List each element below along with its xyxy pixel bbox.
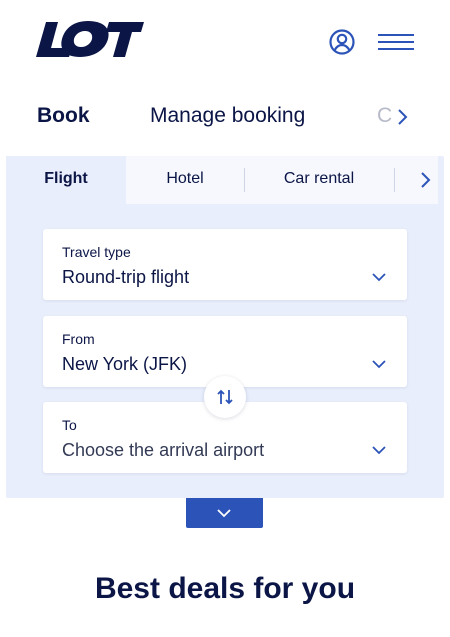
- travel-type-select[interactable]: Travel type Round-trip flight: [43, 229, 407, 300]
- expand-search-button[interactable]: [186, 498, 263, 528]
- from-value: New York (JFK): [62, 354, 188, 374]
- chevron-down-icon: [372, 446, 386, 455]
- booking-type-tabs: Flight Hotel Car rental: [6, 156, 438, 204]
- swap-airports-button[interactable]: [204, 376, 246, 418]
- main-menu-button[interactable]: [378, 32, 414, 52]
- main-tabs: Book Manage booking C: [0, 96, 450, 140]
- swap-arrows-icon: [217, 389, 233, 405]
- chevron-down-icon: [372, 360, 386, 369]
- tab-divider: [394, 168, 395, 192]
- to-label: To: [62, 417, 77, 433]
- booking-panel: Flight Hotel Car rental Travel type Roun…: [6, 156, 444, 498]
- tab-flight[interactable]: Flight: [6, 156, 126, 204]
- from-label: From: [62, 331, 95, 347]
- hamburger-menu-icon: [378, 34, 414, 50]
- user-circle-icon: [329, 29, 355, 55]
- tab-manage-booking[interactable]: Manage booking: [150, 104, 305, 128]
- chevron-down-icon: [372, 273, 386, 282]
- chevron-right-icon: [421, 172, 431, 188]
- chevron-down-icon: [217, 509, 231, 518]
- lot-logo[interactable]: [36, 20, 144, 58]
- tabs-fade-edge: [410, 96, 450, 140]
- deals-heading: Best deals for you: [94, 572, 356, 605]
- tab-car-rental[interactable]: Car rental: [244, 156, 394, 204]
- main-tabs-next-button[interactable]: [395, 108, 409, 126]
- user-account-button[interactable]: [328, 28, 356, 56]
- tab-overflow-partial[interactable]: C: [377, 104, 393, 128]
- site-header: [0, 0, 450, 82]
- chevron-right-icon: [398, 109, 408, 125]
- tab-hotel[interactable]: Hotel: [126, 156, 244, 204]
- tab-book[interactable]: Book: [37, 104, 90, 128]
- travel-type-value: Round-trip flight: [62, 267, 190, 287]
- to-value: Choose the arrival airport: [62, 440, 265, 460]
- travel-type-label: Travel type: [62, 244, 131, 260]
- booking-tabs-next-button[interactable]: [418, 170, 432, 190]
- lot-logo-mark: [36, 21, 144, 57]
